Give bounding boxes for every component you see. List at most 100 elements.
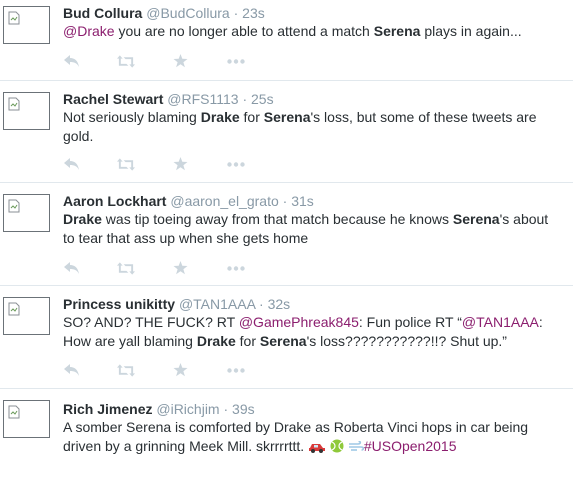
tweet-text: @Drake you are no longer able to attend …: [63, 22, 563, 41]
tweet[interactable]: Bud Collura @BudCollura · 23s @Drake you…: [0, 0, 573, 81]
user-handle[interactable]: @BudCollura: [146, 5, 229, 21]
text-segment: 's loss???????????!!? Shut up.”: [306, 333, 507, 349]
display-name[interactable]: Rich Jimenez: [63, 401, 152, 417]
display-name[interactable]: Rachel Stewart: [63, 91, 163, 107]
mention-link[interactable]: @TAN1AAA: [462, 314, 539, 330]
separator: ·: [233, 5, 239, 21]
retweet-button[interactable]: [117, 362, 135, 378]
tweet-header: Princess unikitty @TAN1AAA · 32s: [63, 295, 290, 313]
star-icon: [173, 363, 187, 377]
tweet[interactable]: Princess unikitty @TAN1AAA · 32s SO? AND…: [0, 286, 573, 389]
broken-image-icon: [8, 97, 20, 111]
reply-icon: [64, 261, 79, 274]
highlighted-term: Serena: [373, 23, 421, 39]
text-segment: plays in again...: [420, 23, 522, 39]
retweet-button[interactable]: [117, 156, 135, 172]
highlighted-term: Serena: [263, 109, 311, 125]
separator: ·: [242, 91, 248, 107]
display-name[interactable]: Princess unikitty: [63, 296, 175, 312]
tweet-feed: Bud Collura @BudCollura · 23s @Drake you…: [0, 0, 573, 483]
text-segment: for: [239, 109, 264, 125]
hashtag-link[interactable]: #USOpen2015: [364, 438, 457, 454]
dash-emoji: [348, 439, 364, 458]
favorite-button[interactable]: [171, 260, 189, 276]
more-button[interactable]: [227, 260, 245, 276]
user-handle[interactable]: @iRichjim: [156, 401, 219, 417]
timestamp[interactable]: 31s: [291, 193, 314, 209]
car-emoji: [308, 439, 326, 458]
timestamp[interactable]: 39s: [232, 401, 255, 417]
separator: ·: [223, 401, 229, 417]
timestamp[interactable]: 25s: [251, 91, 274, 107]
more-icon: [227, 58, 245, 64]
user-handle[interactable]: @TAN1AAA: [179, 296, 255, 312]
tweet-header: Rich Jimenez @iRichjim · 39s: [63, 400, 255, 418]
star-icon: [173, 261, 187, 275]
tennis-ball-emoji: [330, 439, 344, 458]
text-segment: : Fun police RT “: [358, 314, 462, 330]
tweet-text: A somber Serena is comforted by Drake as…: [63, 418, 563, 458]
mention-link[interactable]: @Drake: [63, 23, 115, 39]
display-name[interactable]: Bud Collura: [63, 5, 142, 21]
mention-link[interactable]: @GamePhreak845: [239, 314, 359, 330]
reply-button[interactable]: [63, 362, 81, 378]
favorite-button[interactable]: [171, 156, 189, 172]
text-segment: for: [235, 333, 260, 349]
more-button[interactable]: [227, 156, 245, 172]
tweet[interactable]: Aaron Lockhart @aaron_el_grato · 31s Dra…: [0, 183, 573, 286]
highlighted-term: Serena: [259, 333, 307, 349]
avatar[interactable]: [3, 400, 50, 438]
retweet-button[interactable]: [117, 260, 135, 276]
user-handle[interactable]: @aaron_el_grato: [170, 193, 278, 209]
timestamp[interactable]: 23s: [242, 5, 265, 21]
retweet-icon: [117, 54, 135, 68]
more-button[interactable]: [227, 53, 245, 69]
tweet-header: Rachel Stewart @RFS1113 · 25s: [63, 90, 274, 108]
highlighted-term: Drake: [63, 211, 102, 227]
avatar[interactable]: [3, 92, 50, 130]
favorite-button[interactable]: [171, 362, 189, 378]
broken-image-icon: [8, 199, 20, 213]
tweet-header: Aaron Lockhart @aaron_el_grato · 31s: [63, 192, 314, 210]
broken-image-icon: [8, 302, 20, 316]
text-segment: was tip toeing away from that match beca…: [101, 211, 453, 227]
more-icon: [227, 161, 245, 167]
retweet-icon: [117, 363, 135, 377]
reply-icon: [64, 363, 79, 376]
tweet-header: Bud Collura @BudCollura · 23s: [63, 4, 265, 22]
tweet[interactable]: Rachel Stewart @RFS1113 · 25s Not seriou…: [0, 81, 573, 183]
broken-image-icon: [8, 11, 20, 25]
user-handle[interactable]: @RFS1113: [167, 91, 238, 107]
favorite-button[interactable]: [171, 53, 189, 69]
tweet-text: Not seriously blaming Drake for Serena's…: [63, 108, 563, 146]
highlighted-term: Drake: [200, 109, 240, 125]
text-segment: you are no longer able to attend a match: [114, 23, 374, 39]
highlighted-term: Drake: [196, 333, 236, 349]
tweet-text: SO? AND? THE FUCK? RT @GamePhreak845: Fu…: [63, 313, 563, 351]
retweet-icon: [117, 157, 135, 171]
reply-icon: [64, 157, 79, 170]
display-name[interactable]: Aaron Lockhart: [63, 193, 166, 209]
star-icon: [173, 157, 187, 171]
more-button[interactable]: [227, 362, 245, 378]
avatar[interactable]: [3, 6, 50, 44]
text-segment: SO? AND? THE FUCK? RT: [63, 314, 239, 330]
tweet-text: Drake was tip toeing away from that matc…: [63, 210, 563, 248]
star-icon: [173, 54, 187, 68]
separator: ·: [259, 296, 264, 312]
avatar[interactable]: [3, 194, 50, 232]
reply-icon: [64, 54, 79, 67]
retweet-icon: [117, 261, 135, 275]
separator: ·: [282, 193, 288, 209]
more-icon: [227, 367, 245, 373]
reply-button[interactable]: [63, 53, 81, 69]
highlighted-term: Serena: [452, 211, 500, 227]
retweet-button[interactable]: [117, 53, 135, 69]
timestamp[interactable]: 32s: [268, 296, 291, 312]
reply-button[interactable]: [63, 156, 81, 172]
tweet[interactable]: Rich Jimenez @iRichjim · 39s A somber Se…: [0, 389, 573, 483]
reply-button[interactable]: [63, 260, 81, 276]
avatar[interactable]: [3, 297, 50, 335]
more-icon: [227, 265, 245, 271]
text-segment: Not seriously blaming: [63, 109, 201, 125]
